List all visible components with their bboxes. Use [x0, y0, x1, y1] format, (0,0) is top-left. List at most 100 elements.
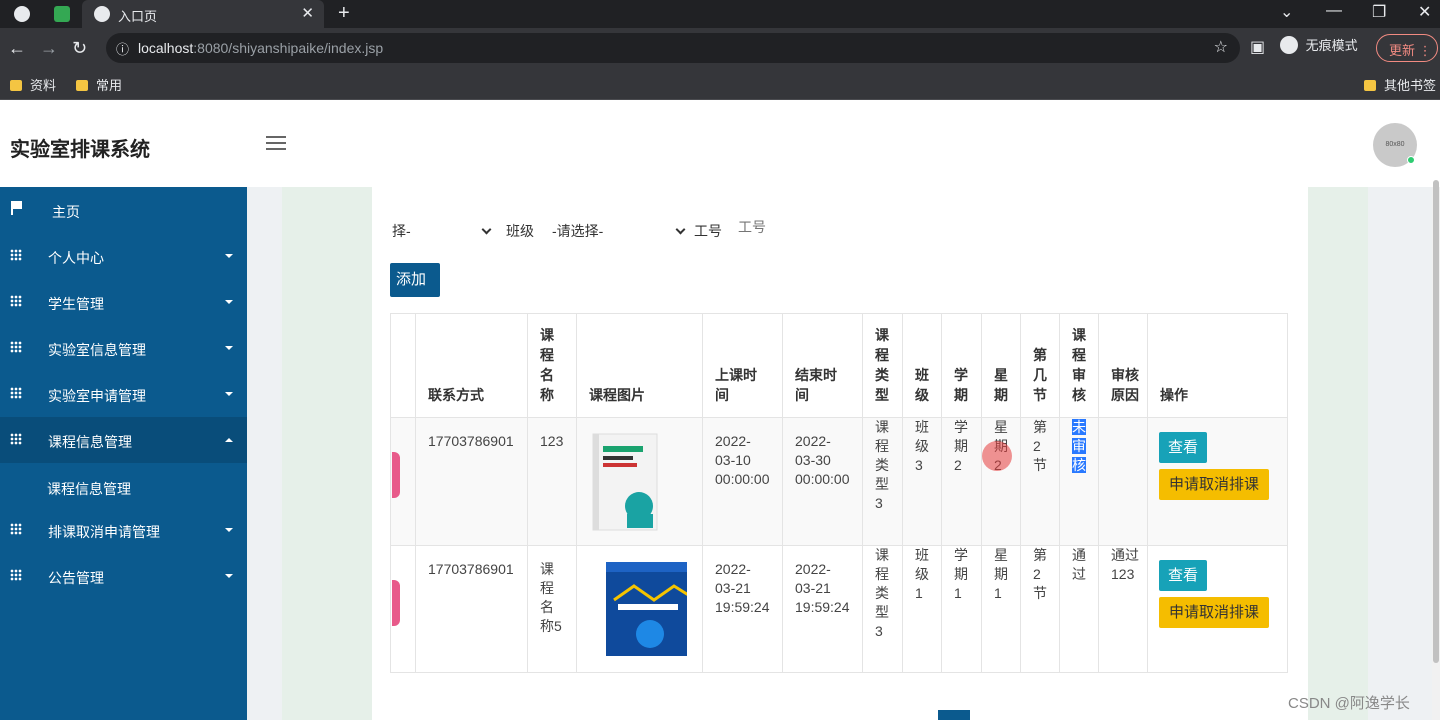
- cell-course-name: 123: [527, 417, 577, 546]
- filter-select-1[interactable]: 择-: [392, 221, 492, 241]
- sidebar: 主页 个人中心 学生管理 实验室信息管理 实验室申请管理 课程信息管理 课程信息…: [0, 187, 247, 720]
- folder-icon: [10, 80, 22, 91]
- table-header-cell: 联系方式: [415, 313, 528, 418]
- minimize-icon[interactable]: —: [1326, 2, 1342, 20]
- table-header-cell: 班级: [902, 313, 942, 418]
- course-table: 联系方式 课程名称 课程图片 上课时间 结束时间 课程类型 班级 学期 星期 第…: [390, 313, 1288, 673]
- tab-search-icon[interactable]: ⌄: [1280, 2, 1293, 22]
- sidebar-item-course-info[interactable]: 课程信息管理: [0, 417, 247, 463]
- cell-end-time: 2022-03-21 19:59:24: [782, 545, 863, 673]
- grid-icon: [10, 569, 22, 581]
- cell-review: 未审核: [1059, 417, 1099, 546]
- sidebar-item-home[interactable]: 主页: [0, 187, 247, 233]
- sidebar-item-label: 学生管理: [48, 296, 104, 312]
- sidebar-item-lab-apply[interactable]: 实验室申请管理: [0, 371, 247, 417]
- sidepanel-icon[interactable]: ▣: [1250, 37, 1265, 59]
- table-header-cell: 第几节: [1020, 313, 1060, 418]
- view-button[interactable]: 查看: [1159, 560, 1208, 591]
- table-header-row: 联系方式 课程名称 课程图片 上课时间 结束时间 课程类型 班级 学期 星期 第…: [390, 313, 1288, 418]
- folder-icon: [1364, 80, 1376, 91]
- cell-weekday: 星期1: [981, 545, 1021, 673]
- cancel-schedule-button[interactable]: 申请取消排课: [1159, 597, 1270, 628]
- sidebar-subitem-course-info[interactable]: 课程信息管理: [0, 464, 247, 510]
- cell-weekday: 星期2: [981, 417, 1021, 546]
- caret-down-icon: [225, 254, 233, 258]
- grid-icon: [10, 523, 22, 535]
- close-tab-icon[interactable]: ✕: [301, 4, 314, 22]
- cell-start-time: 2022-03-21 19:59:24: [702, 545, 783, 673]
- other-bookmarks[interactable]: 其他书签: [1364, 75, 1436, 94]
- bookmarks-bar: 资料 常用 其他书签: [0, 68, 1440, 100]
- flag-icon: [11, 201, 22, 215]
- sidebar-item-label: 公告管理: [48, 570, 104, 586]
- class-select-value: -请选择-: [552, 223, 604, 239]
- sidebar-item-notices[interactable]: 公告管理: [0, 553, 247, 599]
- table-header-cell: 审核原因: [1098, 313, 1148, 418]
- incognito-icon: [1280, 36, 1298, 54]
- chevron-down-icon: [675, 224, 686, 235]
- table-header-cell: 课程图片: [576, 313, 703, 418]
- sidebar-item-label: 课程信息管理: [48, 434, 132, 450]
- incognito-indicator[interactable]: 无痕模式: [1280, 35, 1358, 54]
- add-button[interactable]: 添加: [390, 263, 440, 297]
- update-button[interactable]: 更新 ⋮: [1376, 34, 1438, 62]
- sidebar-item-label: 实验室申请管理: [48, 388, 146, 404]
- app-header: 实验室排课系统 80x80: [0, 100, 1440, 187]
- cell-end-time: 2022-03-30 00:00:00: [782, 417, 863, 546]
- table-header-cell: 操作: [1147, 313, 1288, 418]
- cancel-schedule-button[interactable]: 申请取消排课: [1159, 469, 1270, 500]
- bookmark-folder-changyong[interactable]: 常用: [76, 75, 122, 94]
- course-book-image[interactable]: [593, 560, 696, 660]
- row-marker: [392, 580, 400, 626]
- grid-icon: [10, 341, 22, 353]
- page-scrollbar-thumb[interactable]: [1433, 180, 1439, 663]
- table-header-cell: 课程类型: [862, 313, 903, 418]
- jobno-input[interactable]: [738, 219, 858, 235]
- menu-toggle-icon[interactable]: [266, 136, 286, 150]
- brand-title: 实验室排课系统: [10, 139, 150, 161]
- caret-down-icon: [225, 300, 233, 304]
- watermark: CSDN @阿逸学长: [1288, 695, 1410, 712]
- cell-section: 第2节: [1020, 417, 1060, 546]
- sidebar-item-students[interactable]: 学生管理: [0, 279, 247, 325]
- new-tab-icon[interactable]: +: [338, 2, 350, 25]
- jobno-label: 工号: [694, 223, 722, 239]
- sidebar-subitem-label: 课程信息管理: [47, 481, 131, 497]
- pagination-button[interactable]: [938, 710, 970, 720]
- online-status-dot: [1407, 156, 1415, 164]
- view-button[interactable]: 查看: [1159, 432, 1208, 463]
- restore-icon[interactable]: ❐: [1372, 2, 1386, 22]
- sidebar-item-cancel-apply[interactable]: 排课取消申请管理: [0, 507, 247, 553]
- course-book-image[interactable]: [589, 432, 661, 532]
- table-row[interactable]: 17703786901 123 2022-03-10 00:00:00 2022…: [390, 417, 1288, 546]
- back-icon[interactable]: ←: [8, 37, 26, 59]
- sheets-tab-icon[interactable]: [54, 6, 70, 22]
- bookmark-folder-ziliao[interactable]: 资料: [10, 75, 56, 94]
- sidebar-item-lab-info[interactable]: 实验室信息管理: [0, 325, 247, 371]
- class-select[interactable]: -请选择-: [552, 221, 686, 241]
- sidebar-item-personal-center[interactable]: 个人中心: [0, 233, 247, 279]
- cell-phone: 17703786901: [415, 417, 528, 546]
- class-label: 班级: [506, 223, 534, 239]
- table-row[interactable]: 17703786901 课程名称5 2022-03-21 19:59:24 20…: [390, 545, 1288, 673]
- cell-phone: 17703786901: [415, 545, 528, 673]
- tab-title: 入口页: [118, 9, 158, 24]
- close-window-icon[interactable]: ✕: [1418, 2, 1431, 22]
- sidebar-item-label: 个人中心: [48, 250, 104, 266]
- table-header-cell: 结束时间: [782, 313, 863, 418]
- cell-course-name: 课程名称5: [527, 545, 577, 673]
- reload-icon[interactable]: ↻: [72, 37, 87, 59]
- info-icon[interactable]: ⓘ: [116, 39, 129, 58]
- cell-reason: [1098, 417, 1148, 546]
- row-marker: [392, 452, 400, 498]
- caret-down-icon: [225, 346, 233, 350]
- caret-down-icon: [225, 574, 233, 578]
- bookmark-star-icon[interactable]: ☆: [1214, 37, 1228, 57]
- address-bar[interactable]: ⓘ localhost:8080/shiyanshipaike/index.js…: [106, 33, 1240, 63]
- forward-icon[interactable]: →: [40, 37, 58, 59]
- sidebar-item-label: 排课取消申请管理: [48, 524, 160, 540]
- sidebar-item-label: 实验室信息管理: [48, 342, 146, 358]
- globe-icon: [94, 6, 110, 22]
- globe-icon[interactable]: [14, 6, 30, 22]
- active-tab[interactable]: 入口页 ✕: [82, 0, 324, 28]
